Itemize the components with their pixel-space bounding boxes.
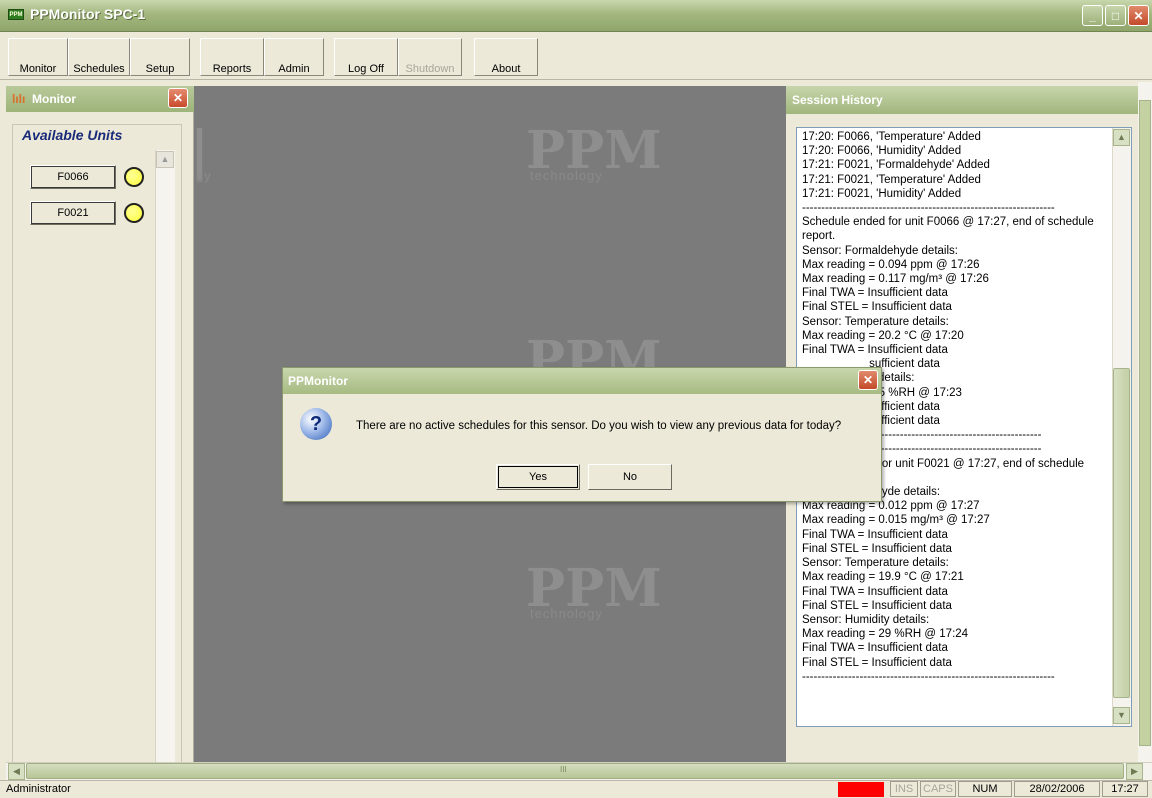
setup-button[interactable]: Setup <box>130 38 190 76</box>
question-icon: ? <box>300 408 332 440</box>
watermark-tagline: technology <box>530 168 603 183</box>
reports-button[interactable]: Reports <box>200 38 264 76</box>
session-history-line: 17:20: F0066, 'Temperature' Added <box>802 131 981 143</box>
dialog-title: PPMonitor <box>288 374 348 388</box>
ins-indicator: INS <box>890 781 918 797</box>
session-history-line: 17:20: F0066, 'Humidity' Added <box>802 145 962 158</box>
no-button[interactable]: No <box>588 464 672 490</box>
scroll-left-icon[interactable]: ◀ <box>8 763 25 780</box>
monitor-panel-title: Monitor <box>32 92 76 106</box>
watermark-tagline: technology <box>530 606 603 621</box>
session-history-line: 17:21: F0021, 'Humidity' Added <box>802 187 962 200</box>
session-history-line: Max reading = 0.015 mg/m³ @ 17:27 <box>802 514 990 527</box>
scroll-up-icon[interactable]: ▲ <box>1113 129 1130 146</box>
available-units-title: Available Units <box>20 127 125 143</box>
dialog-message: There are no active schedules for this s… <box>356 420 842 432</box>
session-history-line: Final TWA = Insufficient data <box>802 287 948 300</box>
session-history-line: Final TWA = Insufficient data <box>802 528 948 541</box>
session-history-line: Schedule ended for unit F0066 @ 17:27, e… <box>802 216 1094 229</box>
about-button[interactable]: About <box>474 38 538 76</box>
minimize-button[interactable]: _ <box>1082 5 1103 26</box>
log-off-button[interactable]: Log Off <box>334 38 398 76</box>
yes-button[interactable]: Yes <box>496 464 580 490</box>
session-history-line: 17:21: F0021, 'Formaldehyde' Added <box>802 159 990 172</box>
schedules-button[interactable]: Schedules <box>68 38 130 76</box>
app-icon: PPM <box>8 9 24 20</box>
monitor-chart-icon: lılı <box>12 92 26 106</box>
watermark-tagline-partial: gy <box>196 168 212 183</box>
title-bar <box>0 0 1152 32</box>
alarm-indicator <box>838 782 884 797</box>
session-history-line: Final STEL = Insufficient data <box>802 656 952 669</box>
admin-button[interactable]: Admin <box>264 38 324 76</box>
scroll-grip-icon: III <box>560 765 567 774</box>
session-history-line: Sensor: Humidity details: <box>802 613 930 626</box>
status-time: 17:27 <box>1102 781 1148 797</box>
session-history-line: Max reading = 0.094 ppm @ 17:26 <box>802 258 980 271</box>
monitor-close-button[interactable]: ✕ <box>168 88 188 108</box>
num-indicator: NUM <box>958 781 1012 797</box>
unit-button-f0021[interactable]: F0021 <box>30 201 116 225</box>
scroll-down-icon[interactable]: ▼ <box>1113 707 1130 724</box>
dialog-header <box>283 368 881 394</box>
session-history-line: Max reading = 20.2 °C @ 17:20 <box>802 329 964 342</box>
session-history-line: Max reading = 29 %RH @ 17:24 <box>802 628 969 641</box>
status-user: Administrator <box>6 783 71 795</box>
session-history-line: Max reading = 0.117 mg/m³ @ 17:26 <box>802 273 989 286</box>
session-history-line: Final STEL = Insufficient data <box>802 301 952 314</box>
window-vertical-scroll-thumb[interactable] <box>1139 100 1151 746</box>
session-history-line: Final STEL = Insufficient data <box>802 542 952 555</box>
session-history-line: Final TWA = Insufficient data <box>802 642 948 655</box>
unit-button-f0066[interactable]: F0066 <box>30 165 116 189</box>
session-history-line: Final STEL = Insufficient data <box>802 599 952 612</box>
scroll-up-icon[interactable]: ▲ <box>156 151 174 168</box>
scroll-right-icon[interactable]: ▶ <box>1126 763 1143 780</box>
session-history-line: ----------------------------------------… <box>802 670 1055 683</box>
session-history-line: Final TWA = Insufficient data <box>802 344 948 357</box>
status-date: 28/02/2006 <box>1014 781 1100 797</box>
monitor-button[interactable]: Monitor <box>8 38 68 76</box>
units-scrollbar[interactable] <box>155 150 175 764</box>
close-window-button[interactable]: ✕ <box>1128 5 1149 26</box>
dialog-close-button[interactable]: ✕ <box>858 370 878 390</box>
session-history-line: Sensor: Temperature details: <box>802 557 949 570</box>
horizontal-scroll-thumb[interactable] <box>26 763 1124 779</box>
session-history-line: report. <box>802 230 836 243</box>
shutdown-button: Shutdown <box>398 38 462 76</box>
session-history-line: ----------------------------------------… <box>802 202 1055 215</box>
session-history-scroll-thumb[interactable] <box>1113 368 1130 698</box>
unit-status-indicator <box>124 167 144 187</box>
session-history-line: Sensor: Formaldehyde details: <box>802 244 958 257</box>
session-history-line: Final TWA = Insufficient data <box>802 585 948 598</box>
unit-status-indicator <box>124 203 144 223</box>
caps-indicator: CAPS <box>920 781 956 797</box>
maximize-button[interactable]: □ <box>1105 5 1126 26</box>
session-history-line: 17:21: F0021, 'Temperature' Added <box>802 173 981 186</box>
session-history-line: Max reading = 19.9 °C @ 17:21 <box>802 571 964 584</box>
session-history-line: Sensor: Temperature details: <box>802 315 949 328</box>
session-history-title: Session History <box>792 93 883 107</box>
window-title: PPMonitor SPC-1 <box>30 6 146 22</box>
